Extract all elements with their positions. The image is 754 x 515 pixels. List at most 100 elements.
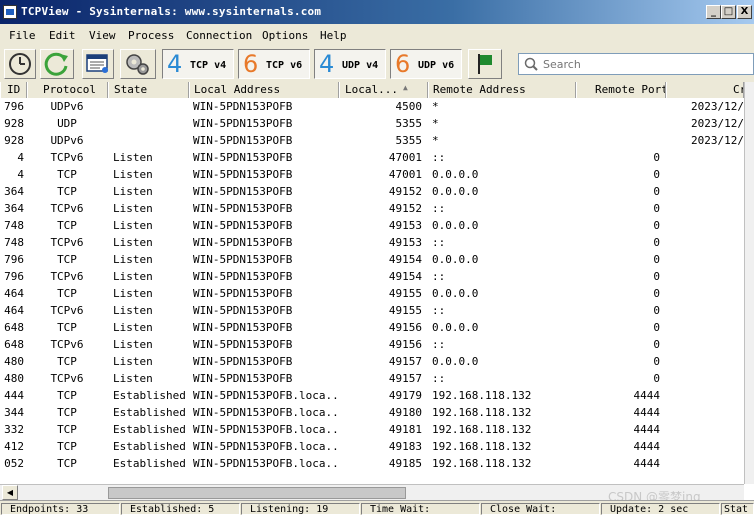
show-unconnected-button[interactable] [468, 49, 502, 79]
table-row[interactable]: 364 TCPv6 Listen WIN-5PDN153POFB 49152:: 0 [0, 200, 744, 217]
cell-state: Listen [113, 338, 153, 351]
menu-process[interactable]: Process [128, 29, 174, 42]
save-button[interactable] [82, 49, 114, 79]
column-header-remote-port[interactable]: Remote Port [576, 82, 666, 98]
table-row[interactable]: 412 TCP Established WIN-5PDN153POFB.loca...… [0, 438, 744, 455]
tcp-v4-toggle[interactable]: 4 TCP v4 [162, 49, 234, 79]
cell-state: Established [113, 406, 186, 419]
menu-edit[interactable]: Edit [49, 29, 76, 42]
menu-options[interactable]: Options [262, 29, 308, 42]
cell-state: Established [113, 389, 186, 402]
status-update: Update: 2 sec [601, 503, 720, 515]
cell-local-address: WIN-5PDN153POFB [193, 253, 293, 266]
column-header-created[interactable]: Cr [666, 82, 744, 98]
cell-local-address: WIN-5PDN153POFB [193, 304, 293, 317]
table-row[interactable]: 480 TCP Listen WIN-5PDN153POFB 49157 0.0.0.0 0 [0, 353, 744, 370]
menu-file[interactable]: File [9, 29, 36, 42]
cell-remote-address: 192.168.118.132 [432, 406, 532, 419]
table-row[interactable]: 796 TCP Listen WIN-5PDN153POFB 49154 0.0.0.0 0 [0, 251, 744, 268]
cell-id: 748 [4, 236, 24, 249]
vertical-scrollbar[interactable] [744, 82, 754, 484]
cell-state: Listen [113, 287, 153, 300]
scroll-left-arrow-icon[interactable]: ◀ [2, 485, 18, 500]
cell-local-port: 4500 [395, 100, 423, 113]
process-properties-button[interactable] [120, 49, 156, 79]
tcp-v6-toggle[interactable]: 6 TCP v6 [238, 49, 310, 79]
minimize-button[interactable]: _ [706, 5, 721, 19]
cell-remote-port: 4444 [633, 389, 661, 402]
flag-icon [478, 54, 492, 74]
cell-protocol: TCP [57, 423, 77, 436]
table-row[interactable]: 4 TCPv6 Listen WIN-5PDN153POFB 47001:: 0 [0, 149, 744, 166]
four-icon: 4 [319, 50, 335, 78]
udp-v6-toggle[interactable]: 6 UDP v6 [390, 49, 462, 79]
cell-remote-port: 0 [653, 236, 660, 249]
cell-remote-address: 0.0.0.0 [432, 253, 479, 266]
cell-state: Listen [113, 321, 153, 334]
column-header-local-address[interactable]: Local Address [189, 82, 339, 98]
table-row[interactable]: 364 TCP Listen WIN-5PDN153POFB 49152 0.0.0.0 0 [0, 183, 744, 200]
cell-protocol: TCPv6 [50, 236, 84, 249]
column-header-state[interactable]: State [108, 82, 189, 98]
cell-local-port: 49155 [388, 304, 422, 317]
search-input[interactable] [543, 56, 743, 72]
cell-remote-address: * [432, 134, 439, 147]
table-row[interactable]: 928 UDP WIN-5PDN153POFB 5355 * 2023/12/2 [0, 115, 744, 132]
table-row[interactable]: 464 TCP Listen WIN-5PDN153POFB 49155 0.0.0.0 0 [0, 285, 744, 302]
table-row[interactable]: 464 TCPv6 Listen WIN-5PDN153POFB 49155:: 0 [0, 302, 744, 319]
column-header-id[interactable]: ID [0, 82, 27, 98]
table-row[interactable]: 748 TCP Listen WIN-5PDN153POFB 49153 0.0.0.0 0 [0, 217, 744, 234]
table-row[interactable]: 648 TCPv6 Listen WIN-5PDN153POFB 49156:: 0 [0, 336, 744, 353]
close-button[interactable]: X [737, 5, 752, 19]
menu-connection[interactable]: Connection [186, 29, 252, 42]
pause-refresh-button[interactable] [4, 49, 36, 79]
horizontal-scroll-thumb[interactable] [108, 487, 406, 499]
table-row[interactable]: 332 TCP Established WIN-5PDN153POFB.loca...… [0, 421, 744, 438]
cell-remote-address: :: [432, 270, 446, 283]
status-bar: Endpoints: 33 Established: 5 Listening: … [0, 500, 754, 515]
menu-view[interactable]: View [89, 29, 116, 42]
cell-remote-address: 0.0.0.0 [432, 355, 479, 368]
table-row[interactable]: 052 TCP Established WIN-5PDN153POFB.loca...… [0, 455, 744, 472]
table-row[interactable]: 4 TCP Listen WIN-5PDN153POFB 47001 0.0.0.0 0 [0, 166, 744, 183]
title-bar: TCPView - Sysinternals: www.sysinternals… [0, 0, 754, 24]
status-state: Stat [721, 503, 754, 515]
table-row[interactable]: 648 TCP Listen WIN-5PDN153POFB 49156 0.0.0.0 0 [0, 319, 744, 336]
search-box[interactable] [518, 53, 754, 75]
table-row[interactable]: 796 UDPv6 WIN-5PDN153POFB 4500 * 2023/12/2 [0, 98, 744, 115]
table-row[interactable]: 928 UDPv6 WIN-5PDN153POFB 5355 * 2023/12/2 [0, 132, 744, 149]
udp-v4-toggle[interactable]: 4 UDP v4 [314, 49, 386, 79]
cell-local-address: WIN-5PDN153POFB.loca... [193, 389, 341, 402]
cell-local-port: 47001 [388, 168, 422, 181]
menu-help[interactable]: Help [320, 29, 347, 42]
column-header-remote-address[interactable]: Remote Address [428, 82, 576, 98]
cell-protocol: UDP [57, 117, 77, 130]
cell-state: Established [113, 440, 186, 453]
cell-remote-address: * [432, 117, 439, 130]
gear-icon [126, 54, 149, 75]
cell-local-port: 5355 [395, 134, 423, 147]
table-row[interactable]: 748 TCPv6 Listen WIN-5PDN153POFB 49153:: 0 [0, 234, 744, 251]
table-row[interactable]: 796 TCPv6 Listen WIN-5PDN153POFB 49154:: 0 [0, 268, 744, 285]
cell-remote-port: 0 [653, 202, 660, 215]
table-row[interactable]: 444 TCP Established WIN-5PDN153POFB.loca...… [0, 387, 744, 404]
status-established: Established: 5 [121, 503, 240, 515]
cell-local-port: 49185 [388, 457, 422, 470]
refresh-button[interactable] [40, 49, 74, 79]
cell-id: 748 [4, 219, 24, 232]
table-row[interactable]: 344 TCP Established WIN-5PDN153POFB.loca...… [0, 404, 744, 421]
cell-id: 796 [4, 253, 24, 266]
column-header-local-port[interactable]: Local... ▲ [339, 82, 428, 98]
cell-local-address: WIN-5PDN153POFB [193, 270, 293, 283]
cell-local-address: WIN-5PDN153POFB [193, 168, 293, 181]
table-row[interactable]: 480 TCPv6 Listen WIN-5PDN153POFB 49157:: 0 [0, 370, 744, 387]
cell-local-address: WIN-5PDN153POFB.loca... [193, 423, 341, 436]
maximize-button[interactable]: □ [721, 5, 736, 19]
cell-protocol: TCPv6 [50, 202, 84, 215]
cell-local-port: 49157 [388, 372, 422, 385]
four-icon: 4 [167, 50, 183, 78]
cell-local-port: 49153 [388, 219, 422, 232]
column-header-protocol[interactable]: Protocol [27, 82, 108, 98]
cell-protocol: TCPv6 [50, 338, 84, 351]
cell-remote-address: 0.0.0.0 [432, 321, 479, 334]
